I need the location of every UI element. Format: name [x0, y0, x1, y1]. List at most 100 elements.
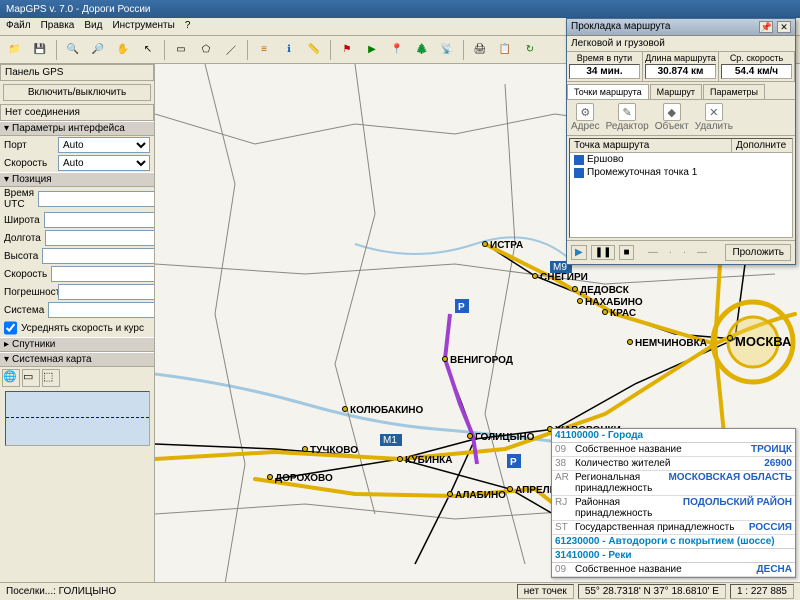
collapse-icon: ▾	[4, 354, 9, 365]
route-tool-button[interactable]: ◆Объект	[655, 103, 689, 132]
route-toolbar: ⚙Адрес✎Редактор◆Объект✕Удалить	[567, 100, 795, 136]
tree-icon[interactable]: 🌲	[411, 39, 433, 61]
travel-time: 34 мин.	[569, 64, 640, 79]
minimap-btn1-icon[interactable]: 🌐	[2, 369, 20, 387]
field-label: Долгота	[4, 233, 41, 244]
city-marker[interactable]	[627, 339, 633, 345]
pan-icon[interactable]: ✋	[112, 39, 134, 61]
save-icon[interactable]: 💾	[29, 39, 51, 61]
minimap-btn3-icon[interactable]: ⬚	[42, 369, 60, 387]
refresh-icon[interactable]: ↻	[519, 39, 541, 61]
city-label: ГОЛИЦЫНО	[475, 432, 534, 443]
system-map-header[interactable]: ▾Системная карта	[0, 352, 154, 367]
city-marker[interactable]	[442, 356, 448, 362]
gps-toggle-button[interactable]: Включить/выключить	[3, 84, 151, 101]
city-marker[interactable]	[507, 486, 513, 492]
vehicle-type[interactable]: Легковой и грузовой	[567, 36, 795, 52]
route-tool-button[interactable]: ✕Удалить	[695, 103, 733, 132]
city-label: КРАС	[610, 308, 636, 319]
copy-icon[interactable]: 📋	[494, 39, 516, 61]
menu-tools[interactable]: Инструменты	[112, 20, 174, 33]
speed-label: Скорость	[4, 158, 54, 169]
tab-params[interactable]: Параметры	[703, 84, 765, 99]
city-label: СНЕГИРИ	[540, 272, 588, 283]
status-scale: 1 : 227 885	[730, 584, 794, 599]
layers-icon[interactable]: ≡	[253, 39, 275, 61]
field-input[interactable]	[48, 302, 155, 318]
collapse-icon: ▾	[4, 174, 9, 185]
route-icon[interactable]: ▶	[361, 39, 383, 61]
play-icon[interactable]: ▶	[571, 245, 587, 260]
select-icon[interactable]: ▭	[170, 39, 192, 61]
speed-select[interactable]: Auto	[58, 155, 150, 171]
field-input[interactable]	[58, 284, 155, 300]
build-route-button[interactable]: Проложить	[725, 244, 791, 261]
poly-icon[interactable]: ⬠	[195, 39, 217, 61]
city-label: КОЛЮБАКИНО	[350, 405, 423, 416]
position-header[interactable]: ▾Позиция	[0, 172, 154, 187]
city-marker[interactable]	[397, 456, 403, 462]
interface-params-header[interactable]: ▾Параметры интерфейса	[0, 121, 154, 136]
svg-text:P: P	[510, 457, 517, 468]
status-coords: 55° 28.7318' N 37° 18.6810' E	[578, 584, 726, 599]
city-marker[interactable]	[602, 309, 608, 315]
gps-icon[interactable]: 📡	[436, 39, 458, 61]
zoom-out-icon[interactable]: 🔎	[87, 39, 109, 61]
city-marker[interactable]	[267, 474, 273, 480]
menu-file[interactable]: Файл	[6, 20, 31, 33]
field-input[interactable]	[42, 248, 155, 264]
city-marker[interactable]	[727, 335, 733, 341]
flag-icon[interactable]: ⚑	[336, 39, 358, 61]
city-label: АЛАБИНО	[455, 490, 506, 501]
arrow-icon[interactable]: ↖	[137, 39, 159, 61]
field-label: Скорость	[4, 269, 47, 280]
waypoint-item[interactable]: Ершово	[570, 153, 792, 166]
menu-edit[interactable]: Правка	[41, 20, 75, 33]
field-input[interactable]	[44, 212, 155, 228]
waypoint-item[interactable]: Промежуточная точка 1	[570, 166, 792, 179]
print-icon[interactable]: 🖨	[469, 39, 491, 61]
measure-icon[interactable]: 📏	[303, 39, 325, 61]
satellites-header[interactable]: ▸Спутники	[0, 337, 154, 352]
route-panel-titlebar[interactable]: Прокладка маршрута 📌 ✕	[567, 19, 795, 36]
field-input[interactable]	[45, 230, 155, 246]
city-marker[interactable]	[342, 406, 348, 412]
field-input[interactable]	[51, 266, 155, 282]
minimap[interactable]	[5, 391, 150, 446]
route-distance: 30.874 км	[645, 64, 716, 79]
city-label: НАХАБИНО	[585, 297, 643, 308]
tab-waypoints[interactable]: Точки маршрута	[567, 84, 649, 99]
pin-window-icon[interactable]: 📌	[759, 21, 773, 33]
stop-icon[interactable]: ■	[619, 245, 633, 260]
line-icon[interactable]: ／	[220, 39, 242, 61]
city-marker[interactable]	[577, 298, 583, 304]
open-icon[interactable]: 📁	[4, 39, 26, 61]
waypoint-list[interactable]: Точка маршрутаДополните ЕршовоПромежуточ…	[569, 138, 793, 238]
port-select[interactable]: Auto	[58, 137, 150, 153]
pause-icon[interactable]: ❚❚	[591, 245, 616, 260]
app-title: MapGPS v. 7.0 - Дороги России	[6, 4, 151, 15]
flag-icon	[574, 168, 584, 178]
city-marker[interactable]	[572, 286, 578, 292]
route-tool-button[interactable]: ⚙Адрес	[571, 103, 600, 132]
collapse-icon: ▾	[4, 123, 9, 134]
avg-checkbox[interactable]	[4, 320, 17, 336]
city-marker[interactable]	[482, 241, 488, 247]
pin-icon[interactable]: 📍	[386, 39, 408, 61]
tab-route[interactable]: Маршрут	[650, 84, 702, 99]
route-tool-button[interactable]: ✎Редактор	[606, 103, 649, 132]
city-marker[interactable]	[532, 273, 538, 279]
city-marker[interactable]	[467, 433, 473, 439]
city-marker[interactable]	[447, 491, 453, 497]
avg-label: Усреднять скорость и курс	[21, 323, 150, 334]
zoom-in-icon[interactable]: 🔍	[62, 39, 84, 61]
close-icon[interactable]: ✕	[777, 21, 791, 33]
menu-help[interactable]: ?	[185, 20, 191, 33]
city-label: ДЕДОВСК	[580, 285, 629, 296]
menu-view[interactable]: Вид	[84, 20, 102, 33]
field-input[interactable]	[38, 191, 155, 207]
info-icon[interactable]: ℹ	[278, 39, 300, 61]
minimap-btn2-icon[interactable]: ▭	[22, 369, 40, 387]
panel-gps-header[interactable]: Панель GPS	[0, 64, 154, 81]
city-marker[interactable]	[302, 446, 308, 452]
